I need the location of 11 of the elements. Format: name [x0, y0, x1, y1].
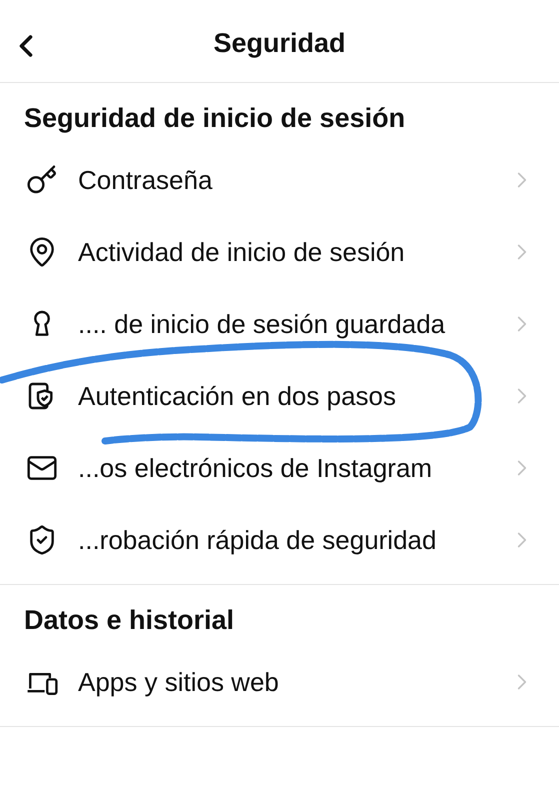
section-heading: Datos e historial — [23, 604, 236, 637]
settings-row[interactable]: Autenticación en dos pasos — [0, 360, 559, 432]
settings-row[interactable]: Actividad de inicio de sesión — [0, 216, 559, 288]
settings-row[interactable]: ...robación rápida de seguridad — [0, 504, 559, 576]
page-title: Seguridad — [213, 28, 346, 58]
settings-row[interactable]: ...os electrónicos de Instagram — [0, 432, 559, 504]
settings-row[interactable]: Apps y sitios web — [0, 646, 559, 718]
key-icon — [26, 164, 58, 196]
section-heading: Seguridad de inicio de sesión — [23, 102, 406, 135]
settings-row[interactable]: .... de inicio de sesión guardada — [0, 288, 559, 360]
settings-row[interactable]: Contraseña — [0, 144, 559, 216]
